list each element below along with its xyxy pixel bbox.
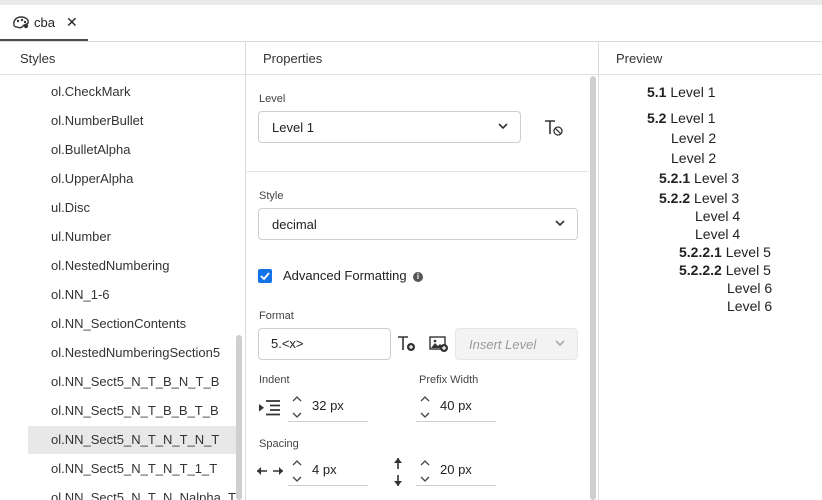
level-value: Level 1 (272, 119, 314, 135)
chevron-down-icon (555, 340, 565, 347)
style-item[interactable]: ol.NN_Sect5_N_T_N_T_1_T (28, 455, 236, 483)
vertical-spacing-stepper[interactable]: 20 px (416, 454, 496, 486)
advanced-formatting-label: Advanced Formatting (283, 268, 407, 283)
styles-scrollbar[interactable] (236, 335, 242, 500)
prefix-width-value: 40 px (440, 398, 472, 413)
preview-line: 5.2.2.2 Level 5 (679, 262, 771, 278)
preview-panel: 5.1 Level 1 5.2 Level 1 Level 2 Level 2 … (599, 76, 822, 500)
chevron-down-icon (555, 220, 565, 227)
checkmark-icon (260, 272, 270, 281)
close-icon[interactable]: ✕ (66, 14, 78, 31)
indent-icon (259, 400, 280, 416)
advanced-formatting-checkbox[interactable] (258, 269, 272, 283)
preview-line: 5.2.2 Level 3 (659, 190, 740, 206)
preview-line: Level 6 (727, 298, 773, 314)
horizontal-spacing-icon (257, 467, 283, 475)
add-text-icon[interactable] (397, 335, 417, 353)
preview-line: 5.2 Level 1 (647, 110, 716, 126)
palette-icon (13, 16, 29, 29)
section-divider (246, 171, 589, 172)
style-item[interactable]: ol.CheckMark (28, 78, 236, 106)
insert-level-label: Insert Level (469, 336, 537, 352)
style-item[interactable]: ol.NestedNumbering (28, 252, 236, 280)
horizontal-spacing-stepper[interactable]: 4 px (288, 454, 368, 486)
style-item[interactable]: ol.NN_1-6 (28, 281, 236, 309)
preview-line: Level 4 (695, 208, 741, 224)
style-item[interactable]: ol.UpperAlpha (28, 165, 236, 193)
indent-label: Indent (259, 374, 290, 386)
prefix-width-label: Prefix Width (419, 374, 479, 386)
tab-cba[interactable]: cba ✕ (0, 5, 88, 41)
tab-title: cba (34, 14, 55, 30)
style-item[interactable]: ol.NestedNumberingSection5 (28, 339, 236, 367)
indent-stepper[interactable]: 32 px (288, 390, 368, 422)
style-item[interactable]: ol.BulletAlpha (28, 136, 236, 164)
insert-image-icon[interactable] (429, 335, 449, 353)
style-item[interactable]: ol.NumberBullet (28, 107, 236, 135)
horizontal-spacing-value: 4 px (312, 462, 337, 477)
preview-line: 5.2.2.1 Level 5 (679, 244, 771, 260)
style-item[interactable]: ul.Disc (28, 194, 236, 222)
prefix-width-stepper[interactable]: 40 px (416, 390, 496, 422)
format-input[interactable]: 5.<x> (258, 328, 391, 360)
styles-list: ol.CheckMark ol.NumberBullet ol.BulletAl… (0, 76, 245, 500)
level-label: Level (259, 93, 286, 105)
style-label: Style (259, 190, 284, 202)
style-item[interactable]: ol.NN_SectionContents (28, 310, 236, 338)
styles-header: Styles (0, 42, 245, 75)
style-item[interactable]: ol.NN_Sect5_N_T_B_B_T_B (28, 397, 236, 425)
preview-line: Level 4 (695, 226, 741, 242)
preview-line: 5.2.1 Level 3 (659, 170, 740, 186)
style-select[interactable]: decimal (258, 208, 578, 240)
style-value: decimal (272, 216, 317, 232)
preview-line: 5.1 Level 1 (647, 84, 716, 100)
preview-line: Level 2 (671, 150, 717, 166)
info-icon[interactable]: i (413, 272, 423, 282)
stepper-icon[interactable] (292, 458, 302, 484)
indent-value: 32 px (312, 398, 344, 413)
style-item[interactable]: ol.NN_Sect5_N_T_B_N_T_B (28, 368, 236, 396)
properties-panel: Level Level 1 Style decimal Advanced For… (246, 76, 598, 500)
style-item[interactable]: ul.Number (28, 223, 236, 251)
style-item[interactable]: ol.NN_Sect5_N_T_N_Nalpha_T (28, 484, 236, 500)
clear-text-style-icon[interactable] (544, 119, 564, 137)
properties-header: Properties (246, 42, 598, 75)
vertical-spacing-value: 20 px (440, 462, 472, 477)
vertical-spacing-icon (394, 458, 402, 486)
stepper-icon[interactable] (292, 394, 302, 420)
chevron-down-icon (498, 123, 508, 130)
preview-line: Level 2 (671, 130, 717, 146)
preview-line: Level 6 (727, 280, 773, 296)
stepper-icon[interactable] (420, 458, 430, 484)
properties-scrollbar[interactable] (590, 76, 596, 500)
stepper-icon[interactable] (420, 394, 430, 420)
preview-header: Preview (599, 42, 822, 75)
spacing-label: Spacing (259, 438, 299, 450)
format-label: Format (259, 310, 294, 322)
style-item-selected[interactable]: ol.NN_Sect5_N_T_N_T_N_T (28, 426, 236, 454)
insert-level-select[interactable]: Insert Level (455, 328, 578, 360)
tab-bar: cba ✕ (0, 5, 822, 42)
level-select[interactable]: Level 1 (258, 111, 521, 143)
